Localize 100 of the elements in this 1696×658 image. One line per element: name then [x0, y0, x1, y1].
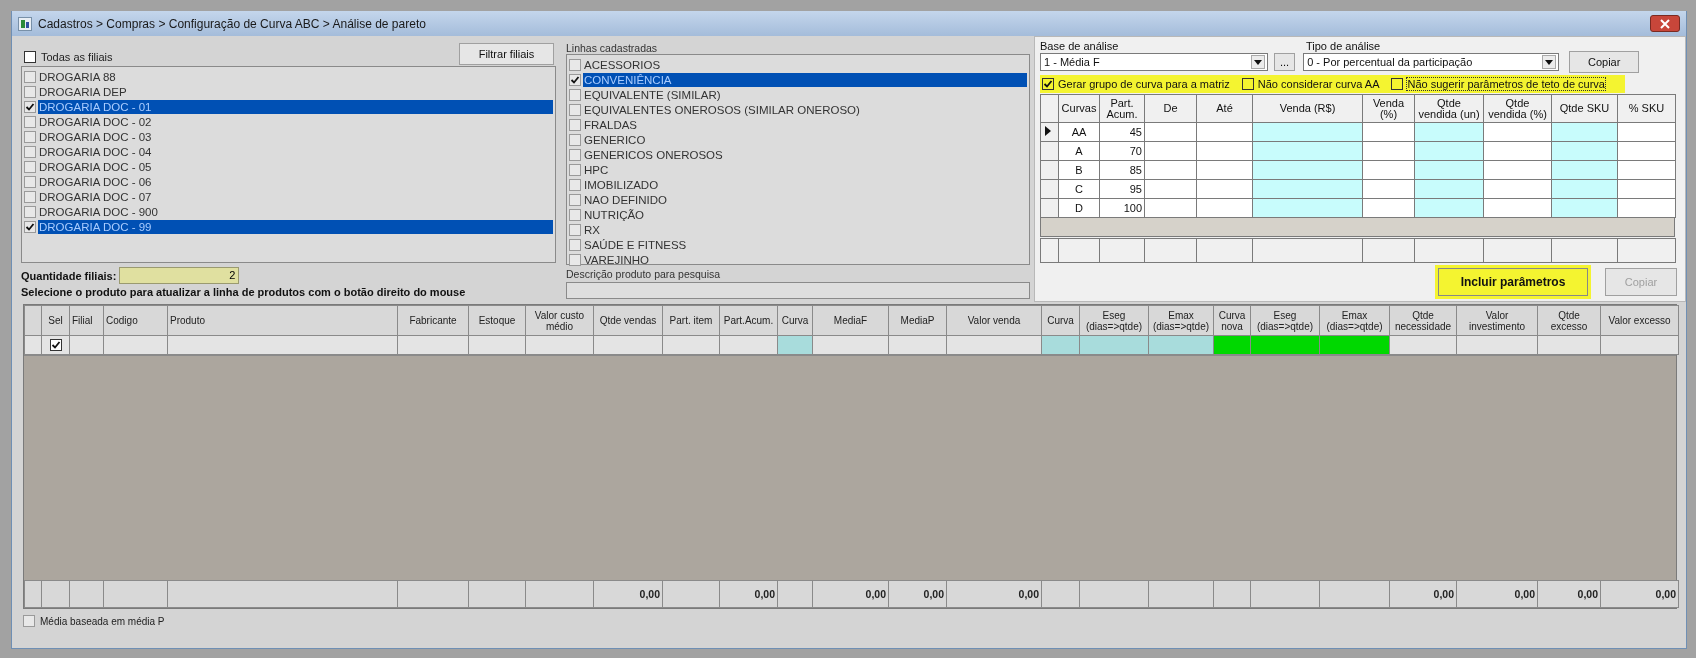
total-cell: 0,00	[593, 580, 663, 608]
column-header: Qtde necessidade	[1389, 305, 1457, 336]
list-item[interactable]: DROGARIA DOC - 04	[38, 144, 553, 159]
list-item[interactable]: DROGARIA DOC - 01	[38, 99, 553, 114]
total-cell: 0,00	[888, 580, 947, 608]
total-cell: 0,00	[812, 580, 889, 608]
column-header: Codigo	[103, 305, 168, 336]
list-item[interactable]: GENERICO	[583, 132, 1027, 147]
dropdown[interactable]: 1 - Média F	[1040, 53, 1268, 72]
list-item[interactable]: CONVENIÊNCIA	[583, 72, 1027, 87]
dropdown-arrow-icon	[1545, 59, 1554, 65]
checkbox[interactable]	[24, 130, 36, 143]
list-item[interactable]: VAREJINHO	[583, 252, 1027, 267]
checkbox-label: Gerar grupo de curva para a matriz	[1058, 78, 1230, 91]
column-header: Eseg (dias=>qtde)	[1250, 305, 1320, 336]
checkbox[interactable]	[49, 338, 62, 351]
column-header: Emax (dias=>qtde)	[1148, 305, 1214, 336]
list-item[interactable]: ACESSORIOS	[583, 57, 1027, 72]
list-item[interactable]: HPC	[583, 162, 1027, 177]
column-header: Fabricante	[397, 305, 469, 336]
checkbox-label: Não sugerir parâmetros de teto de curva	[1407, 78, 1605, 91]
list-item[interactable]: DROGARIA DOC - 02	[38, 114, 553, 129]
input-field[interactable]: 2	[119, 267, 240, 284]
column-header: Qtde vendas	[593, 305, 663, 336]
column-header: Curva nova	[1213, 305, 1251, 336]
column-header: Eseg (dias=>qtde)	[1079, 305, 1149, 336]
field-label: Descrição produto para pesquisa	[566, 268, 722, 280]
total-cell: 0,00	[719, 580, 778, 608]
checkbox[interactable]	[24, 190, 36, 203]
list-item[interactable]: RX	[583, 222, 1027, 237]
checkbox[interactable]	[569, 88, 581, 101]
list-item[interactable]: DROGARIA DOC - 99	[38, 219, 553, 234]
list-item[interactable]: DROGARIA DOC - 900	[38, 204, 553, 219]
checkbox[interactable]	[569, 163, 581, 176]
list-item[interactable]: IMOBILIZADO	[583, 177, 1027, 192]
column-header: Valor excesso	[1600, 305, 1679, 336]
checkbox[interactable]	[24, 160, 36, 173]
filter-button[interactable]: Filtrar filiais	[459, 43, 554, 65]
checkbox[interactable]	[569, 238, 581, 251]
column-header: Até	[1196, 94, 1253, 123]
search-field[interactable]	[566, 282, 1030, 299]
checkbox[interactable]	[569, 208, 581, 221]
checkbox[interactable]	[569, 58, 581, 71]
checkbox[interactable]	[23, 615, 35, 627]
close-button[interactable]	[1650, 15, 1680, 32]
checkbox[interactable]	[569, 103, 581, 116]
checkbox[interactable]	[24, 175, 36, 188]
checkbox[interactable]	[569, 148, 581, 161]
close-icon	[1660, 18, 1670, 29]
column-header: Venda (%)	[1362, 94, 1415, 123]
column-header: Curvas	[1058, 94, 1100, 123]
checkbox[interactable]	[1042, 78, 1054, 91]
total-cell: 0,00	[946, 580, 1042, 608]
list-item[interactable]: EQUIVALENTES ONEROSOS (SIMILAR ONEROSO)	[583, 102, 1027, 117]
checkbox[interactable]	[569, 193, 581, 206]
more-button[interactable]: ...	[1274, 53, 1296, 72]
hint-text: Selecione o produto para atualizar a linha de produtos com o botão direito do mouse	[21, 286, 467, 298]
checkbox[interactable]	[569, 133, 581, 146]
column-header: Qtde vendida (un)	[1414, 94, 1484, 123]
checkbox[interactable]	[24, 100, 36, 113]
list-label: Linhas cadastradas	[566, 42, 659, 54]
list-item[interactable]: DROGARIA 88	[38, 69, 553, 84]
list-item[interactable]: NAO DEFINIDO	[583, 192, 1027, 207]
field-label: Base de análise	[1040, 40, 1120, 53]
list-item[interactable]: EQUIVALENTE (SIMILAR)	[583, 87, 1027, 102]
dropdown[interactable]: 0 - Por percentual da participação	[1303, 53, 1560, 72]
window-title: Cadastros > Compras > Configuração de Curva ABC > Análise de pareto	[38, 16, 427, 31]
checkbox[interactable]	[24, 205, 36, 218]
list-item[interactable]: SAÚDE E FITNESS	[583, 237, 1027, 252]
checkbox[interactable]	[569, 253, 581, 266]
list-item[interactable]: DROGARIA DOC - 03	[38, 129, 553, 144]
checkbox[interactable]	[569, 223, 581, 236]
column-header: De	[1144, 94, 1197, 123]
copy-button[interactable]: Copiar	[1569, 51, 1640, 74]
checkbox[interactable]	[24, 85, 36, 98]
include-button[interactable]: Incluir parâmetros	[1438, 268, 1588, 297]
checkbox[interactable]	[24, 220, 36, 233]
checkbox[interactable]	[569, 73, 581, 86]
column-header: % SKU	[1617, 94, 1676, 123]
total-cell: 0,00	[1600, 580, 1679, 608]
checkbox[interactable]	[24, 145, 36, 158]
checkbox[interactable]	[1391, 78, 1404, 91]
checkbox[interactable]	[569, 178, 581, 191]
checkbox[interactable]	[24, 70, 36, 83]
column-header: Venda (R$)	[1252, 94, 1363, 123]
checkbox[interactable]	[24, 115, 36, 128]
list-item[interactable]: DROGARIA DOC - 07	[38, 189, 553, 204]
list-item[interactable]: DROGARIA DEP	[38, 84, 553, 99]
list-item[interactable]: DROGARIA DOC - 05	[38, 159, 553, 174]
column-header: Valor custo médio	[525, 305, 594, 336]
checkbox[interactable]	[569, 118, 581, 131]
list-item[interactable]: NUTRIÇÃO	[583, 207, 1027, 222]
column-header: Part. item	[662, 305, 720, 336]
column-header: Qtde SKU	[1551, 94, 1618, 123]
list-item[interactable]: DROGARIA DOC - 06	[38, 174, 553, 189]
checkbox[interactable]	[24, 51, 36, 63]
column-header: Filial	[69, 305, 104, 336]
list-item[interactable]: GENERICOS ONEROSOS	[583, 147, 1027, 162]
checkbox[interactable]	[1241, 78, 1254, 91]
list-item[interactable]: FRALDAS	[583, 117, 1027, 132]
